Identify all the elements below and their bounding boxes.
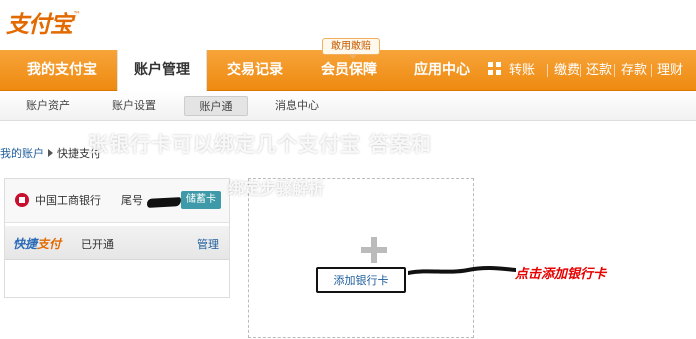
nav-account-management[interactable]: 账户管理 bbox=[117, 50, 207, 92]
plus-icon[interactable] bbox=[361, 237, 387, 263]
add-card-box[interactable] bbox=[248, 178, 474, 338]
breadcrumb-arrow-icon bbox=[48, 149, 53, 157]
watermark-title: 张银行卡可以绑定几个支付宝 答案和 bbox=[88, 132, 432, 156]
tab-message-center[interactable]: 消息中心 bbox=[262, 96, 332, 116]
breadcrumb-my-account[interactable]: 我的账户 bbox=[0, 147, 44, 160]
redacted-card-number bbox=[146, 197, 182, 208]
watermark-subtitle: 绑定步骤解析 bbox=[228, 179, 325, 198]
quick-pay-status: 已开通 bbox=[81, 238, 114, 251]
breadcrumb: 我的账户 快捷支付 bbox=[0, 145, 101, 163]
quick-pay-logo: 快捷支付 bbox=[13, 235, 61, 252]
quick-link-deposit[interactable]: 存款 bbox=[621, 50, 647, 91]
add-bank-card-button[interactable]: 添加银行卡 bbox=[316, 267, 406, 293]
quick-pay-logo-part1: 快捷 bbox=[13, 237, 38, 251]
quick-link-separator bbox=[614, 64, 615, 77]
quick-link-repay[interactable]: 还款 bbox=[586, 50, 612, 91]
card-type-badge: 储蓄卡 bbox=[181, 191, 221, 209]
quick-pay-logo-part2: 支付 bbox=[37, 237, 62, 251]
tab-account-settings[interactable]: 账户设置 bbox=[100, 96, 168, 116]
main-nav: 我的支付宝 账户管理 交易记录 会员保障 应用中心 转账 缴费 还款 存款 理财 bbox=[0, 50, 696, 92]
sub-nav: 账户资产 账户设置 账户通 消息中心 bbox=[0, 91, 696, 121]
card-tail-label: 尾号 bbox=[121, 194, 143, 207]
quick-link-transfer[interactable]: 转账 bbox=[509, 50, 535, 91]
manage-link[interactable]: 管理 bbox=[197, 236, 219, 252]
nav-my-alipay[interactable]: 我的支付宝 bbox=[14, 50, 110, 91]
quick-link-pay-bills[interactable]: 缴费 bbox=[554, 50, 580, 91]
annotation-text: 点击添加银行卡 bbox=[515, 267, 607, 282]
grid-icon[interactable] bbox=[488, 62, 501, 75]
bank-name: 中国工商银行 bbox=[35, 194, 101, 207]
quick-link-separator bbox=[651, 64, 652, 77]
icbc-bank-icon bbox=[15, 193, 29, 207]
nav-transaction-records[interactable]: 交易记录 bbox=[214, 50, 296, 91]
bank-card-row[interactable]: 中国工商银行 尾号 储蓄卡 bbox=[5, 179, 229, 223]
logo-text: 支付宝 bbox=[6, 11, 73, 38]
quick-pay-row: 快捷支付 已开通 管理 bbox=[5, 226, 229, 260]
tab-account-pass[interactable]: 账户通 bbox=[184, 96, 248, 116]
tab-account-assets[interactable]: 账户资产 bbox=[14, 96, 82, 116]
annotation-arrow bbox=[408, 265, 516, 275]
alipay-logo[interactable]: 支付宝 ™ bbox=[6, 6, 81, 38]
protection-badge: 敢用敢赔 bbox=[322, 38, 380, 59]
bound-card-panel: 中国工商银行 尾号 储蓄卡 快捷支付 已开通 管理 bbox=[4, 178, 230, 298]
logo-trademark: ™ bbox=[73, 10, 81, 19]
nav-app-center[interactable]: 应用中心 bbox=[400, 50, 484, 91]
quick-link-separator bbox=[547, 64, 548, 77]
quick-link-wealth[interactable]: 理财 bbox=[657, 50, 683, 91]
quick-link-separator bbox=[580, 64, 581, 77]
